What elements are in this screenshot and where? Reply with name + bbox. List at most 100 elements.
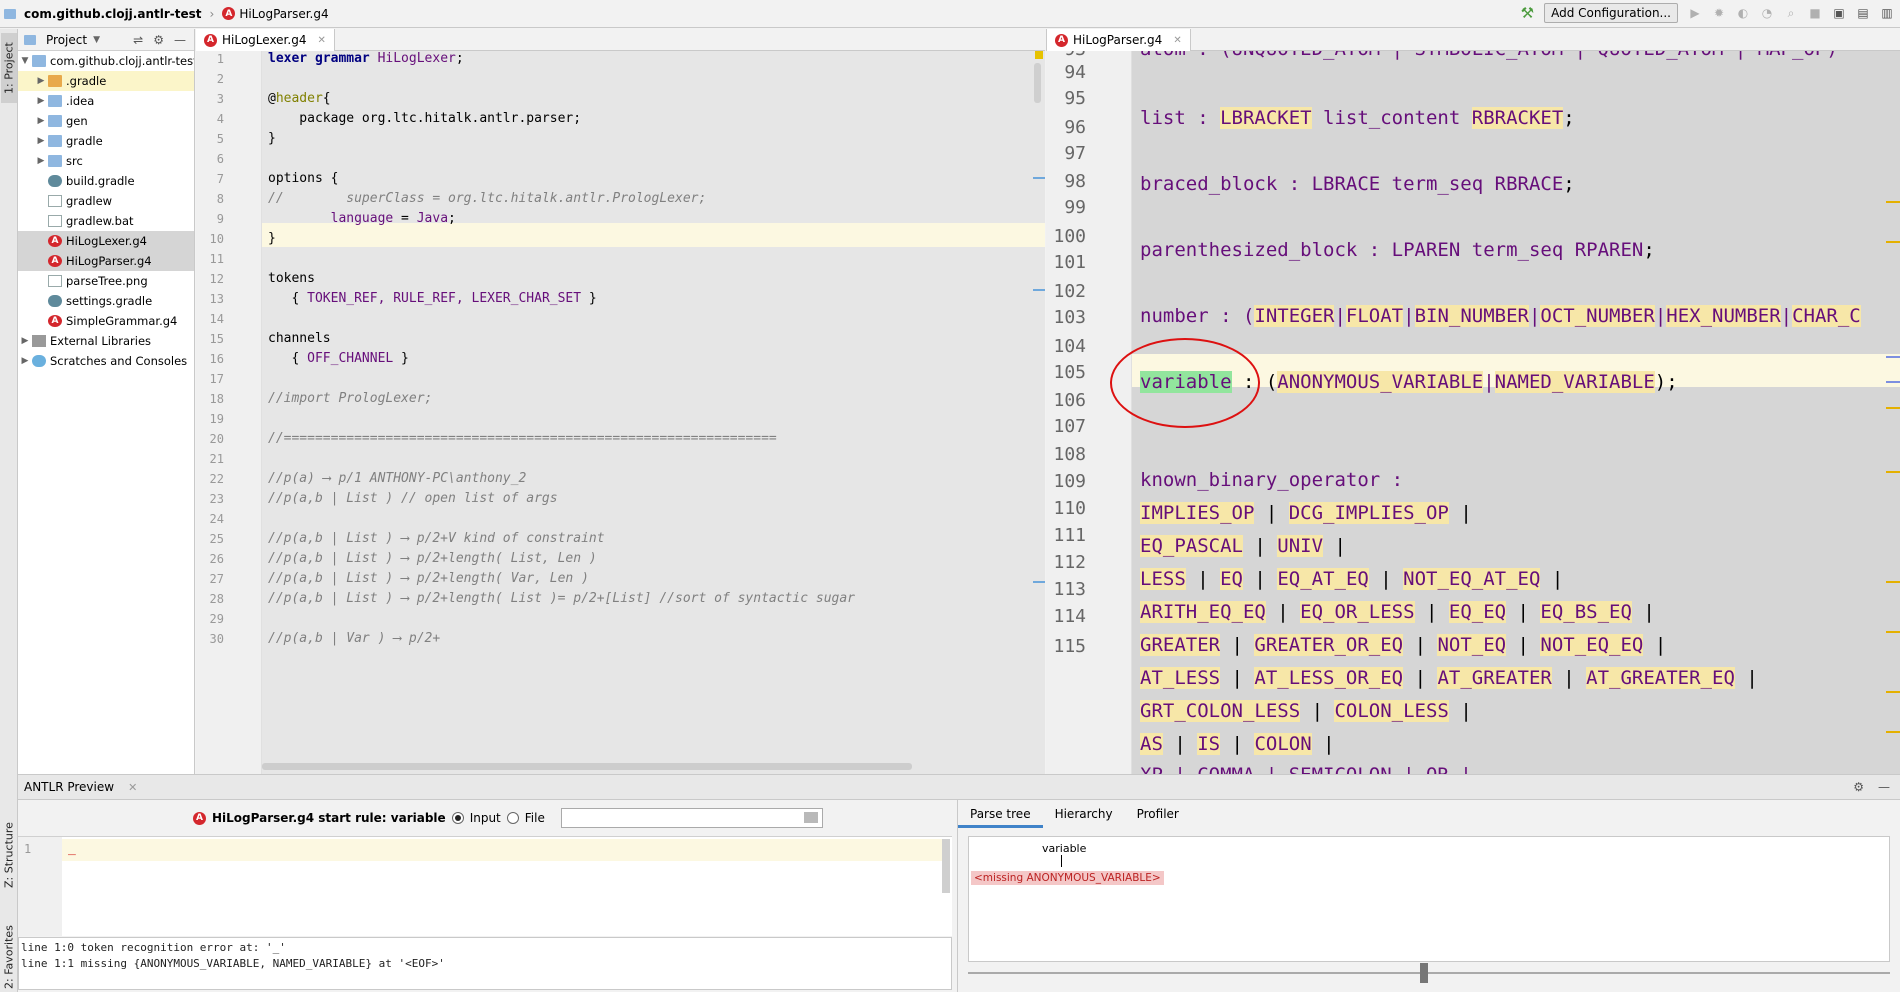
chevron-right-icon[interactable]: ▶	[18, 356, 32, 366]
profile-icon[interactable]: ◔	[1760, 6, 1774, 20]
chevron-right-icon[interactable]: ▶	[34, 136, 48, 146]
favorites-tool-tab[interactable]: 2: Favorites	[1, 907, 17, 992]
zoom-slider-track[interactable]	[968, 972, 1890, 974]
code-line: package org.ltc.hitalk.antlr.parser;	[268, 111, 582, 126]
change-marker[interactable]	[1033, 289, 1045, 291]
tab-parse-tree[interactable]: Parse tree	[958, 800, 1043, 828]
minimize-icon[interactable]: —	[1878, 780, 1890, 794]
warning-marker[interactable]	[1886, 201, 1900, 203]
warning-marker[interactable]	[1886, 631, 1900, 633]
project-panel: Project ▼ ⇌ ⚙ — ▼ com.github.clojj.antlr-…	[18, 29, 195, 774]
horizontal-scrollbar[interactable]	[262, 763, 912, 770]
vertical-scrollbar[interactable]	[1034, 63, 1041, 103]
tab-hierarchy[interactable]: Hierarchy	[1043, 800, 1125, 828]
tree-node-missing[interactable]: <missing ANONYMOUS_VARIABLE>	[971, 871, 1164, 885]
code-text: |	[1242, 535, 1278, 557]
tree-item[interactable]: A HiLogLexer.g4	[18, 231, 194, 251]
tree-item[interactable]: build.gradle	[18, 171, 194, 191]
code-token: ARITH_EQ_EQ	[1140, 601, 1266, 623]
vertical-scrollbar[interactable]	[942, 839, 950, 893]
input-text[interactable]: _	[68, 841, 76, 856]
code-line: ARITH_EQ_EQ | EQ_OR_LESS | EQ_EQ | EQ_BS…	[1140, 601, 1666, 623]
project-view-dropdown[interactable]: Project	[46, 33, 87, 47]
change-marker[interactable]	[1033, 177, 1045, 179]
chevron-down-icon[interactable]: ▼	[18, 56, 32, 66]
sdk-icon[interactable]: ▤	[1856, 6, 1870, 20]
warning-marker[interactable]	[1886, 407, 1900, 409]
warning-marker[interactable]	[1886, 581, 1900, 583]
tree-item[interactable]: ▶ External Libraries	[18, 331, 194, 351]
parse-tree-view[interactable]: variable <missing ANONYMOUS_VARIABLE>	[968, 836, 1890, 962]
warning-marker[interactable]	[1886, 731, 1900, 733]
search-icon[interactable]: ⌕	[1784, 6, 1798, 20]
add-configuration-button[interactable]: Add Configuration...	[1544, 3, 1678, 23]
antlr-preview-title[interactable]: ANTLR Preview	[24, 780, 114, 794]
chevron-right-icon[interactable]: ▶	[34, 96, 48, 106]
zoom-slider-thumb[interactable]	[1420, 963, 1428, 983]
tree-item[interactable]: settings.gradle	[18, 291, 194, 311]
structure-tool-tab[interactable]: Z: Structure	[1, 805, 17, 905]
file-radio-label[interactable]: File	[525, 811, 545, 825]
tab-profiler[interactable]: Profiler	[1125, 800, 1191, 828]
build-hammer-icon[interactable]: ⚒	[1521, 4, 1534, 22]
input-radio[interactable]	[451, 812, 464, 824]
close-icon[interactable]: ✕	[128, 781, 137, 794]
warning-marker[interactable]	[1886, 241, 1900, 243]
tree-item-label: gradle	[66, 134, 103, 148]
layout-icon[interactable]: ▥	[1880, 6, 1894, 20]
tree-item[interactable]: parseTree.png	[18, 271, 194, 291]
tab-hiloglexer[interactable]: A HiLogLexer.g4 ✕	[196, 29, 335, 51]
file-path-input[interactable]	[560, 808, 823, 828]
breadcrumb-file[interactable]: HiLogParser.g4	[239, 7, 328, 21]
stop-icon[interactable]: ■	[1808, 6, 1822, 20]
close-icon[interactable]: ✕	[317, 35, 325, 46]
minimize-icon[interactable]: —	[174, 33, 186, 47]
tree-item[interactable]: ▶ .gradle	[18, 71, 194, 91]
warning-marker[interactable]	[1886, 691, 1900, 693]
file-radio[interactable]	[506, 812, 519, 824]
warning-marker[interactable]	[1886, 471, 1900, 473]
coverage-icon[interactable]: ◐	[1736, 6, 1750, 20]
code-line: //p(a,b | List ) ⟶ p/2+V kind of constra…	[268, 531, 605, 546]
chevron-right-icon[interactable]: ▶	[34, 76, 48, 86]
gear-icon[interactable]: ⚙	[1853, 780, 1864, 794]
tree-item[interactable]: ▶ gradle	[18, 131, 194, 151]
chevron-down-icon[interactable]: ▼	[93, 35, 100, 45]
chevron-right-icon[interactable]: ▶	[18, 336, 32, 346]
project-structure-icon[interactable]: ▣	[1832, 6, 1846, 20]
tree-item[interactable]: ▶ Scratches and Consoles	[18, 351, 194, 371]
code-token: NOT_EQ_EQ	[1540, 634, 1644, 656]
project-tool-tab[interactable]: 1: Project	[1, 33, 17, 103]
run-icon[interactable]: ▶	[1688, 6, 1702, 20]
breadcrumb-project[interactable]: com.github.clojj.antlr-test	[24, 7, 202, 21]
gear-icon[interactable]: ⚙	[153, 33, 164, 47]
tree-item[interactable]: ▶ src	[18, 151, 194, 171]
usage-marker[interactable]	[1886, 381, 1900, 383]
close-icon[interactable]: ✕	[1173, 35, 1181, 46]
tree-item[interactable]: A SimpleGrammar.g4	[18, 311, 194, 331]
left-editor[interactable]: 1 2 3 4 5 6 7 8 9 10 11 12 13 14 15 16 17 18 19 20 21 22 23 24 2…	[196, 51, 1045, 774]
chevron-right-icon[interactable]: ▶	[34, 116, 48, 126]
code-text: |	[1540, 568, 1575, 590]
tab-hilogparser[interactable]: A HiLogParser.g4 ✕	[1047, 29, 1191, 51]
input-radio-label[interactable]: Input	[470, 811, 501, 825]
line-number: 99	[1064, 197, 1086, 218]
tree-item[interactable]: ▼ com.github.clojj.antlr-test	[18, 51, 194, 71]
tree-item[interactable]: ▶ gen	[18, 111, 194, 131]
tree-item[interactable]: gradlew.bat	[18, 211, 194, 231]
tree-item[interactable]: ▶ .idea	[18, 91, 194, 111]
chevron-right-icon[interactable]: ▶	[34, 156, 48, 166]
folder-icon	[32, 55, 46, 67]
usage-marker[interactable]	[1886, 356, 1900, 358]
collapse-all-icon[interactable]: ⇌	[133, 33, 143, 47]
line-number: 1	[24, 842, 32, 856]
folder-icon[interactable]	[803, 812, 818, 823]
tree-node-root[interactable]: variable	[1042, 842, 1086, 855]
debug-icon[interactable]: ✹	[1712, 6, 1726, 20]
input-editor[interactable]: 1 _	[18, 836, 952, 936]
tree-item[interactable]: A HiLogParser.g4	[18, 251, 194, 271]
tree-item[interactable]: gradlew	[18, 191, 194, 211]
code-token: EQ_OR_LESS	[1300, 601, 1415, 623]
change-marker[interactable]	[1033, 581, 1045, 583]
analysis-status-icon[interactable]	[1035, 51, 1043, 59]
